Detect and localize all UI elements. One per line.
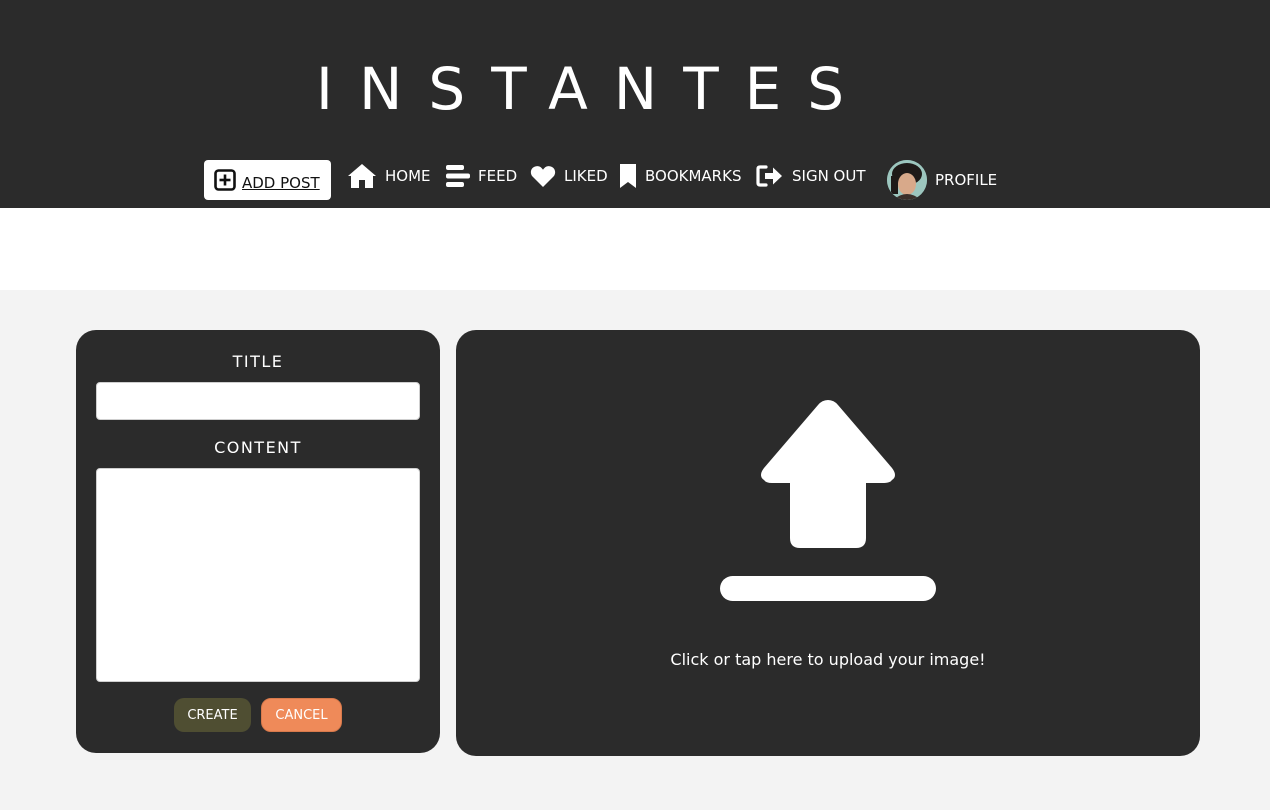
nav-feed[interactable]: FEED — [444, 156, 517, 196]
image-upload-dropzone[interactable]: Click or tap here to upload your image! — [456, 330, 1200, 756]
nav-home-label: HOME — [385, 167, 431, 185]
title-label: TITLE — [232, 352, 284, 371]
content-spacer — [0, 208, 1270, 290]
site-header: INSTANTES ADD POST HOME FEED LIKED BOOKM… — [0, 0, 1270, 208]
add-post-button[interactable]: ADD POST — [204, 160, 331, 200]
brand-logo[interactable]: INSTANTES — [0, 55, 1186, 123]
feed-icon — [444, 163, 470, 189]
nav-bookmarks[interactable]: BOOKMARKS — [619, 156, 741, 196]
upload-prompt: Click or tap here to upload your image! — [670, 650, 986, 669]
plus-square-icon — [214, 169, 236, 191]
nav-liked[interactable]: LIKED — [530, 156, 608, 196]
nav-feed-label: FEED — [478, 167, 518, 185]
nav-liked-label: LIKED — [564, 167, 608, 185]
content-textarea[interactable] — [96, 468, 420, 682]
add-post-label: ADD POST — [242, 174, 320, 192]
heart-icon — [530, 164, 556, 188]
title-input[interactable] — [96, 382, 420, 420]
nav-profile[interactable]: PROFILE — [887, 160, 997, 200]
bookmark-icon — [619, 163, 637, 189]
cancel-button[interactable]: CANCEL — [261, 698, 342, 732]
upload-icon — [718, 396, 938, 610]
avatar — [887, 160, 927, 200]
nav-home[interactable]: HOME — [347, 156, 431, 196]
nav-sign-out-label: SIGN OUT — [792, 167, 866, 185]
nav-profile-label: PROFILE — [935, 171, 998, 189]
nav-sign-out[interactable]: SIGN OUT — [756, 156, 866, 196]
create-button[interactable]: CREATE — [174, 698, 251, 732]
nav-bookmarks-label: BOOKMARKS — [645, 167, 742, 185]
content-label: CONTENT — [214, 438, 302, 457]
post-form: TITLE CONTENT CREATE CANCEL — [76, 330, 440, 753]
sign-out-icon — [756, 164, 784, 188]
home-icon — [347, 163, 377, 189]
